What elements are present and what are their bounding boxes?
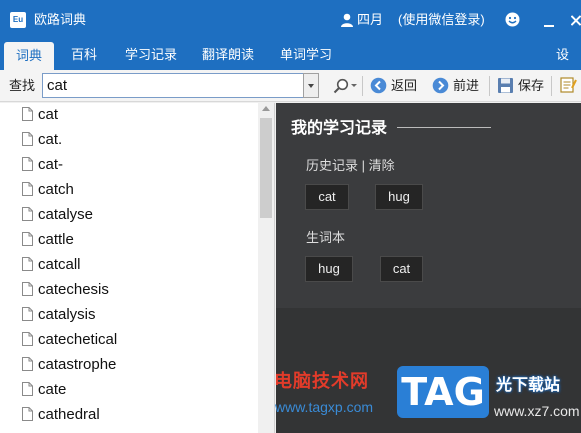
tab-bar: 词典 百科 学习记录 翻译朗读 单词学习 设置 (0, 40, 581, 92)
document-icon (22, 132, 33, 146)
minimize-icon[interactable] (543, 12, 557, 28)
word-list-item[interactable]: catechetical (0, 328, 258, 353)
tab-word-learning[interactable]: 单词学习 (275, 40, 337, 70)
smile-icon[interactable] (505, 12, 520, 27)
history-word-chip[interactable]: hug (375, 184, 423, 210)
app-title: 欧路词典 (34, 12, 87, 27)
document-icon (22, 257, 33, 271)
back-button[interactable]: 返回 (370, 76, 420, 96)
panel-title: 我的学习记录 (291, 120, 388, 137)
word-text: catalysis (38, 306, 96, 323)
word-text: cattle (38, 231, 74, 248)
history-separator: | (361, 158, 366, 173)
history-word-chip[interactable]: cat (305, 184, 349, 210)
document-icon (22, 107, 33, 121)
notes-icon[interactable] (560, 76, 577, 94)
history-label: 历史记录 (306, 158, 359, 173)
word-list-item[interactable]: catastrophe (0, 353, 258, 378)
word-list-item[interactable]: cate (0, 378, 258, 403)
word-list-item[interactable]: cathedral (0, 403, 258, 428)
word-text: catechetical (38, 331, 118, 348)
word-list: cat cat. cat- catch catalyse cattle catc… (0, 103, 275, 433)
word-list-item[interactable]: catalysis (0, 303, 258, 328)
search-toolbar: 查找 返回 前进 保存 (0, 70, 581, 102)
history-header: 历史记录 | 清除 (306, 158, 395, 174)
document-icon (22, 232, 33, 246)
word-text: cat- (38, 156, 64, 173)
save-button[interactable]: 保存 (497, 76, 547, 96)
watermark-url-secondary: www.xz7.com (494, 403, 580, 419)
watermark-url: www.tagxp.com (275, 399, 374, 415)
save-label: 保存 (518, 78, 545, 93)
toolbar-divider (489, 76, 490, 96)
word-text: catalyse (38, 206, 94, 223)
word-list-scrollbar[interactable] (258, 103, 274, 433)
word-text: cat. (38, 131, 63, 148)
document-icon (22, 157, 33, 171)
word-text: cathedral (38, 406, 100, 423)
word-list-item[interactable]: catcall (0, 253, 258, 278)
back-arrow-icon (370, 77, 387, 94)
toolbar-divider (551, 76, 552, 96)
document-icon (22, 207, 33, 221)
clear-history-link[interactable]: 清除 (369, 158, 395, 173)
close-icon[interactable] (571, 12, 581, 28)
back-label: 返回 (391, 78, 418, 93)
word-text: catch (38, 181, 74, 198)
magnifier-icon[interactable] (333, 78, 349, 94)
title-divider (397, 127, 491, 128)
chevron-down-icon[interactable] (351, 84, 357, 87)
app-logo: Eu (10, 12, 26, 28)
document-icon (22, 382, 33, 396)
settings-tab[interactable]: 设置 (556, 40, 581, 92)
find-label: 查找 (9, 78, 36, 93)
word-text: cat (38, 106, 59, 123)
toolbar-divider (362, 76, 363, 96)
watermark-text: 电脑技术网 (274, 371, 369, 391)
word-text: catcall (38, 256, 81, 273)
title-bar: Eu 欧路词典 四月 (使用微信登录) (0, 0, 581, 40)
document-icon (22, 332, 33, 346)
document-icon (22, 357, 33, 371)
document-icon (22, 182, 33, 196)
word-list-item[interactable]: cattle (0, 228, 258, 253)
watermark-logo: TAG (397, 366, 489, 418)
forward-arrow-icon (432, 77, 449, 94)
tab-dictionary[interactable]: 词典 (4, 42, 54, 70)
tab-encyclopedia[interactable]: 百科 (62, 40, 106, 70)
word-text: catechesis (38, 281, 109, 298)
tab-study-record[interactable]: 学习记录 (120, 40, 182, 70)
word-list-item[interactable]: catalyse (0, 203, 258, 228)
floppy-disk-icon (498, 78, 513, 93)
watermark-site-text: 光下载站 (496, 377, 561, 394)
word-list-item[interactable]: cat- (0, 153, 258, 178)
forward-label: 前进 (453, 78, 480, 93)
document-icon (22, 307, 33, 321)
scroll-thumb[interactable] (260, 118, 272, 218)
scroll-up-icon[interactable] (262, 106, 270, 111)
search-input[interactable] (42, 73, 304, 98)
word-list-item[interactable]: cat (0, 103, 258, 128)
document-icon (22, 282, 33, 296)
search-history-dropdown[interactable] (303, 73, 319, 98)
word-text: catastrophe (38, 356, 117, 373)
user-icon[interactable] (341, 13, 353, 27)
vocab-word-chip[interactable]: cat (380, 256, 423, 282)
word-list-item[interactable]: catechesis (0, 278, 258, 303)
user-name[interactable]: 四月 (357, 12, 383, 28)
word-list-item[interactable]: catch (0, 178, 258, 203)
vocab-label: 生词本 (306, 230, 346, 245)
tab-translate-read[interactable]: 翻译朗读 (197, 40, 259, 70)
login-hint[interactable]: (使用微信登录) (398, 12, 485, 28)
forward-button[interactable]: 前进 (432, 76, 482, 96)
word-list-item[interactable]: cat. (0, 128, 258, 153)
vocab-word-chip[interactable]: hug (305, 256, 353, 282)
study-record-card: 我的学习记录 历史记录 | 清除 cat hug 生词本 hug cat (276, 103, 581, 308)
document-icon (22, 407, 33, 421)
word-text: cate (38, 381, 67, 398)
